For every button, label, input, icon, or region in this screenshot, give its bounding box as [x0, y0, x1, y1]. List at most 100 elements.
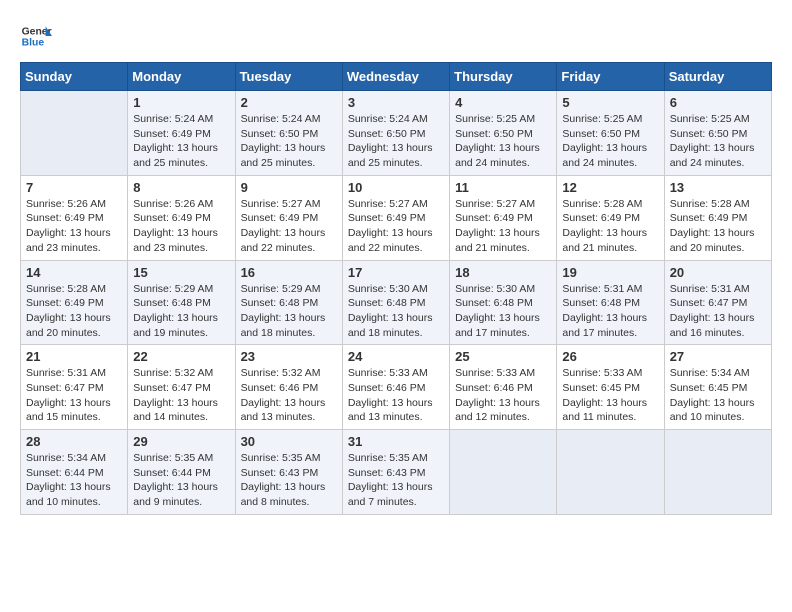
day-number: 6	[670, 95, 766, 110]
calendar-body: 1 Sunrise: 5:24 AM Sunset: 6:49 PM Daylig…	[21, 91, 772, 515]
svg-text:Blue: Blue	[22, 38, 45, 49]
day-number: 28	[26, 434, 122, 449]
calendar-cell: 10 Sunrise: 5:27 AM Sunset: 6:49 PM Dayli…	[342, 175, 449, 260]
calendar-cell: 25 Sunrise: 5:33 AM Sunset: 6:46 PM Dayli…	[450, 345, 557, 430]
day-number: 7	[26, 180, 122, 195]
day-number: 20	[670, 265, 766, 280]
calendar-cell: 7 Sunrise: 5:26 AM Sunset: 6:49 PM Daylig…	[21, 175, 128, 260]
day-info: Sunrise: 5:33 AM Sunset: 6:46 PM Dayligh…	[455, 366, 551, 425]
calendar-week-row: 28Sunrise: 5:34 AM Sunset: 6:44 PM Dayli…	[21, 430, 772, 515]
day-number: 16	[241, 265, 337, 280]
page-header: General Blue	[20, 20, 772, 52]
day-info: Sunrise: 5:30 AM Sunset: 6:48 PM Dayligh…	[348, 282, 444, 341]
day-number: 25	[455, 349, 551, 364]
calendar-cell: 30Sunrise: 5:35 AM Sunset: 6:43 PM Dayli…	[235, 430, 342, 515]
calendar-cell: 20 Sunrise: 5:31 AM Sunset: 6:47 PM Dayli…	[664, 260, 771, 345]
day-info: Sunrise: 5:25 AM Sunset: 6:50 PM Dayligh…	[670, 112, 766, 171]
calendar-cell: 19 Sunrise: 5:31 AM Sunset: 6:48 PM Dayli…	[557, 260, 664, 345]
calendar-cell: 1 Sunrise: 5:24 AM Sunset: 6:49 PM Daylig…	[128, 91, 235, 176]
calendar-cell: 27 Sunrise: 5:34 AM Sunset: 6:45 PM Dayli…	[664, 345, 771, 430]
day-number: 1	[133, 95, 229, 110]
day-number: 26	[562, 349, 658, 364]
weekday-header-saturday: Saturday	[664, 63, 771, 91]
day-number: 12	[562, 180, 658, 195]
calendar-cell: 16 Sunrise: 5:29 AM Sunset: 6:48 PM Dayli…	[235, 260, 342, 345]
day-info: Sunrise: 5:24 AM Sunset: 6:50 PM Dayligh…	[241, 112, 337, 171]
weekday-header-tuesday: Tuesday	[235, 63, 342, 91]
day-number: 19	[562, 265, 658, 280]
calendar-cell: 22 Sunrise: 5:32 AM Sunset: 6:47 PM Dayli…	[128, 345, 235, 430]
calendar-cell: 3 Sunrise: 5:24 AM Sunset: 6:50 PM Daylig…	[342, 91, 449, 176]
day-info: Sunrise: 5:24 AM Sunset: 6:49 PM Dayligh…	[133, 112, 229, 171]
day-info: Sunrise: 5:29 AM Sunset: 6:48 PM Dayligh…	[133, 282, 229, 341]
weekday-header-sunday: Sunday	[21, 63, 128, 91]
day-info: Sunrise: 5:34 AM Sunset: 6:45 PM Dayligh…	[670, 366, 766, 425]
day-number: 21	[26, 349, 122, 364]
day-number: 10	[348, 180, 444, 195]
calendar-week-row: 21 Sunrise: 5:31 AM Sunset: 6:47 PM Dayli…	[21, 345, 772, 430]
day-number: 11	[455, 180, 551, 195]
calendar-cell: 31 Sunrise: 5:35 AM Sunset: 6:43 PM Dayli…	[342, 430, 449, 515]
day-number: 15	[133, 265, 229, 280]
calendar-cell: 4 Sunrise: 5:25 AM Sunset: 6:50 PM Daylig…	[450, 91, 557, 176]
calendar-header: SundayMondayTuesdayWednesdayThursdayFrid…	[21, 63, 772, 91]
day-number: 9	[241, 180, 337, 195]
logo: General Blue	[20, 20, 52, 52]
day-info: Sunrise: 5:27 AM Sunset: 6:49 PM Dayligh…	[455, 197, 551, 256]
day-info: Sunrise: 5:32 AM Sunset: 6:46 PM Dayligh…	[241, 366, 337, 425]
weekday-header-row: SundayMondayTuesdayWednesdayThursdayFrid…	[21, 63, 772, 91]
day-info: Sunrise: 5:31 AM Sunset: 6:47 PM Dayligh…	[26, 366, 122, 425]
day-number: 5	[562, 95, 658, 110]
day-number: 13	[670, 180, 766, 195]
day-info: Sunrise: 5:29 AM Sunset: 6:48 PM Dayligh…	[241, 282, 337, 341]
day-info: Sunrise: 5:28 AM Sunset: 6:49 PM Dayligh…	[26, 282, 122, 341]
day-info: Sunrise: 5:31 AM Sunset: 6:47 PM Dayligh…	[670, 282, 766, 341]
calendar-cell: 11 Sunrise: 5:27 AM Sunset: 6:49 PM Dayli…	[450, 175, 557, 260]
calendar-cell: 5Sunrise: 5:25 AM Sunset: 6:50 PM Daylig…	[557, 91, 664, 176]
day-info: Sunrise: 5:26 AM Sunset: 6:49 PM Dayligh…	[133, 197, 229, 256]
day-number: 27	[670, 349, 766, 364]
day-info: Sunrise: 5:32 AM Sunset: 6:47 PM Dayligh…	[133, 366, 229, 425]
calendar-cell: 12 Sunrise: 5:28 AM Sunset: 6:49 PM Dayli…	[557, 175, 664, 260]
day-info: Sunrise: 5:35 AM Sunset: 6:43 PM Dayligh…	[241, 451, 337, 510]
day-number: 4	[455, 95, 551, 110]
day-info: Sunrise: 5:33 AM Sunset: 6:46 PM Dayligh…	[348, 366, 444, 425]
day-info: Sunrise: 5:28 AM Sunset: 6:49 PM Dayligh…	[562, 197, 658, 256]
calendar-cell: 24Sunrise: 5:33 AM Sunset: 6:46 PM Dayli…	[342, 345, 449, 430]
day-info: Sunrise: 5:27 AM Sunset: 6:49 PM Dayligh…	[348, 197, 444, 256]
day-number: 17	[348, 265, 444, 280]
calendar-cell: 28Sunrise: 5:34 AM Sunset: 6:44 PM Dayli…	[21, 430, 128, 515]
calendar-cell: 18Sunrise: 5:30 AM Sunset: 6:48 PM Dayli…	[450, 260, 557, 345]
calendar-cell: 21 Sunrise: 5:31 AM Sunset: 6:47 PM Dayli…	[21, 345, 128, 430]
calendar-cell: 8 Sunrise: 5:26 AM Sunset: 6:49 PM Daylig…	[128, 175, 235, 260]
calendar-week-row: 7 Sunrise: 5:26 AM Sunset: 6:49 PM Daylig…	[21, 175, 772, 260]
calendar-cell: 15 Sunrise: 5:29 AM Sunset: 6:48 PM Dayli…	[128, 260, 235, 345]
day-number: 3	[348, 95, 444, 110]
weekday-header-wednesday: Wednesday	[342, 63, 449, 91]
day-number: 23	[241, 349, 337, 364]
day-info: Sunrise: 5:35 AM Sunset: 6:43 PM Dayligh…	[348, 451, 444, 510]
day-info: Sunrise: 5:26 AM Sunset: 6:49 PM Dayligh…	[26, 197, 122, 256]
calendar-cell: 2 Sunrise: 5:24 AM Sunset: 6:50 PM Daylig…	[235, 91, 342, 176]
day-number: 2	[241, 95, 337, 110]
calendar-cell	[664, 430, 771, 515]
day-number: 31	[348, 434, 444, 449]
day-number: 14	[26, 265, 122, 280]
calendar-cell	[21, 91, 128, 176]
calendar-cell: 13Sunrise: 5:28 AM Sunset: 6:49 PM Dayli…	[664, 175, 771, 260]
calendar-cell: 29 Sunrise: 5:35 AM Sunset: 6:44 PM Dayli…	[128, 430, 235, 515]
day-info: Sunrise: 5:35 AM Sunset: 6:44 PM Dayligh…	[133, 451, 229, 510]
calendar-cell: 17 Sunrise: 5:30 AM Sunset: 6:48 PM Dayli…	[342, 260, 449, 345]
calendar-week-row: 1 Sunrise: 5:24 AM Sunset: 6:49 PM Daylig…	[21, 91, 772, 176]
day-info: Sunrise: 5:25 AM Sunset: 6:50 PM Dayligh…	[455, 112, 551, 171]
calendar-cell: 6 Sunrise: 5:25 AM Sunset: 6:50 PM Daylig…	[664, 91, 771, 176]
day-number: 22	[133, 349, 229, 364]
day-info: Sunrise: 5:31 AM Sunset: 6:48 PM Dayligh…	[562, 282, 658, 341]
day-number: 29	[133, 434, 229, 449]
calendar-week-row: 14 Sunrise: 5:28 AM Sunset: 6:49 PM Dayli…	[21, 260, 772, 345]
calendar-table: SundayMondayTuesdayWednesdayThursdayFrid…	[20, 62, 772, 515]
day-number: 8	[133, 180, 229, 195]
day-info: Sunrise: 5:33 AM Sunset: 6:45 PM Dayligh…	[562, 366, 658, 425]
day-info: Sunrise: 5:24 AM Sunset: 6:50 PM Dayligh…	[348, 112, 444, 171]
calendar-cell	[557, 430, 664, 515]
